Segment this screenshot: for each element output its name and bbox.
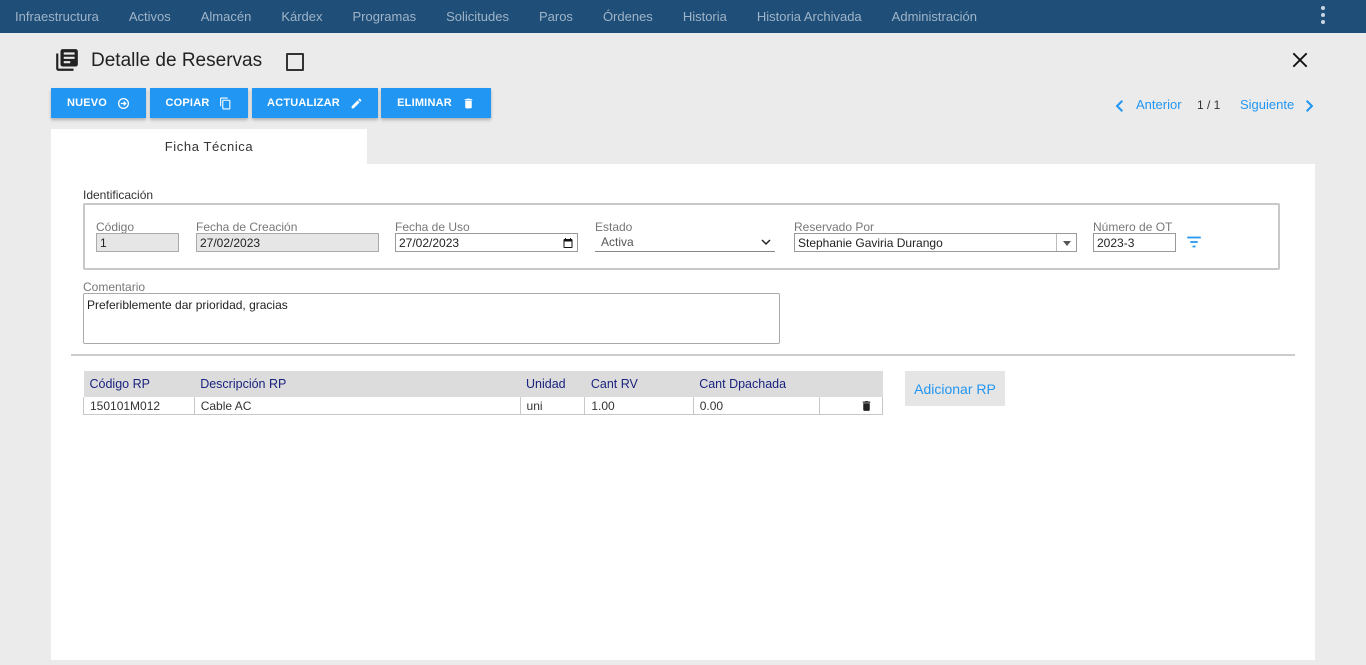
fecha-creacion-field[interactable]: 27/02/2023	[196, 233, 379, 252]
page-count: 1 / 1	[1197, 98, 1221, 112]
top-nav: Infraestructura Activos Almacén Kárdex P…	[0, 0, 1366, 33]
col-codigo-rp[interactable]: Código RP	[83, 371, 195, 397]
trash-icon	[464, 98, 473, 108]
calendar-icon[interactable]	[562, 237, 574, 249]
pencil-icon	[351, 98, 362, 108]
numero-ot-value: 2023-3	[1097, 235, 1135, 250]
copy-button-label: COPIAR	[165, 97, 210, 109]
trash-icon[interactable]	[860, 399, 873, 413]
col-cant-rv[interactable]: Cant RV	[584, 371, 694, 397]
nav-item-solicitudes[interactable]: Solicitudes	[446, 9, 509, 24]
col-descripcion-rp[interactable]: Descripción RP	[194, 371, 521, 397]
delete-button-label: ELIMINAR	[397, 97, 452, 109]
fecha-uso-field[interactable]: 27/02/2023	[395, 233, 578, 252]
cell-delete	[819, 397, 883, 415]
new-button[interactable]: NUEVO	[51, 88, 146, 118]
estado-label: Estado	[595, 220, 633, 234]
previous-link[interactable]: Anterior	[1136, 97, 1182, 112]
new-button-label: NUEVO	[66, 97, 108, 109]
chevron-right-icon[interactable]	[1302, 98, 1316, 114]
fecha-creacion-label: Fecha de Creación	[196, 220, 298, 234]
chevron-down-icon	[761, 239, 771, 246]
numero-ot-label: Número de OT	[1093, 220, 1173, 234]
comentario-label: Comentario	[83, 280, 146, 294]
cell-cant-despachada: 0.00	[692, 397, 821, 415]
reservado-por-select[interactable]: Stephanie Gaviria Durango	[794, 233, 1077, 252]
rp-table: Código RP Descripción RP Unidad Cant RV …	[83, 371, 883, 415]
update-button-label: ACTUALIZAR	[267, 97, 340, 109]
col-cant-despachada[interactable]: Cant Dpachada	[693, 371, 820, 397]
copy-button[interactable]: COPIAR	[150, 88, 248, 118]
chevron-left-icon[interactable]	[1113, 98, 1127, 114]
favorite-checkbox[interactable]	[286, 53, 304, 71]
comentario-textarea[interactable]: Preferiblemente dar prioridad, gracias	[83, 293, 780, 344]
divider	[71, 354, 1295, 356]
dropdown-arrow-icon[interactable]	[1056, 234, 1076, 251]
estado-value: Activa	[601, 235, 634, 249]
fecha-uso-label: Fecha de Uso	[395, 220, 470, 234]
close-icon[interactable]	[1290, 50, 1310, 70]
nav-item-programas[interactable]: Programas	[353, 9, 417, 24]
cell-unidad: uni	[519, 397, 586, 415]
nav-item-infraestructura[interactable]: Infraestructura	[15, 9, 99, 24]
codigo-label: Código	[96, 220, 135, 234]
nav-item-paros[interactable]: Paros	[539, 9, 573, 24]
table-row[interactable]: 150101M012 Cable AC uni 1.00 0.00	[83, 397, 883, 415]
numero-ot-field[interactable]: 2023-3	[1093, 233, 1176, 252]
nav-item-historia[interactable]: Historia	[683, 9, 727, 24]
update-button[interactable]: ACTUALIZAR	[252, 88, 378, 118]
arrow-circle-right-icon	[118, 97, 130, 109]
add-rp-button[interactable]: Adicionar RP	[905, 371, 1005, 406]
filter-icon[interactable]	[1184, 233, 1204, 251]
reservado-por-value: Stephanie Gaviria Durango	[798, 235, 943, 250]
codigo-value: 1	[100, 235, 107, 250]
table-header-row: Código RP Descripción RP Unidad Cant RV …	[83, 371, 883, 397]
estado-select[interactable]: Activa	[595, 233, 775, 252]
reservado-por-label: Reservado Por	[794, 220, 875, 234]
section-label-identificacion: Identificación	[83, 188, 154, 202]
kebab-menu-icon[interactable]	[1321, 6, 1325, 24]
copy-icon	[220, 97, 231, 109]
nav-item-kardex[interactable]: Kárdex	[281, 9, 322, 24]
codigo-field[interactable]: 1	[96, 233, 179, 252]
cell-descripcion: Cable AC	[193, 397, 521, 415]
cell-cant-rv: 1.00	[584, 397, 694, 415]
cell-codigo: 150101M012	[83, 397, 195, 415]
fecha-uso-value: 27/02/2023	[399, 235, 460, 250]
fecha-creacion-value: 27/02/2023	[200, 235, 261, 250]
library-books-icon	[56, 49, 78, 71]
col-actions	[819, 371, 883, 397]
nav-item-almacen[interactable]: Almacén	[201, 9, 252, 24]
nav-item-historia-archivada[interactable]: Historia Archivada	[757, 9, 862, 24]
delete-button[interactable]: ELIMINAR	[381, 88, 491, 118]
col-unidad[interactable]: Unidad	[520, 371, 585, 397]
tab-ficha-tecnica[interactable]: Ficha Técnica	[51, 129, 367, 164]
nav-item-activos[interactable]: Activos	[129, 9, 171, 24]
page-title: Detalle de Reservas	[91, 50, 263, 71]
next-link[interactable]: Siguiente	[1240, 97, 1294, 112]
nav-item-administracion[interactable]: Administración	[892, 9, 977, 24]
nav-item-ordenes[interactable]: Órdenes	[603, 9, 653, 24]
